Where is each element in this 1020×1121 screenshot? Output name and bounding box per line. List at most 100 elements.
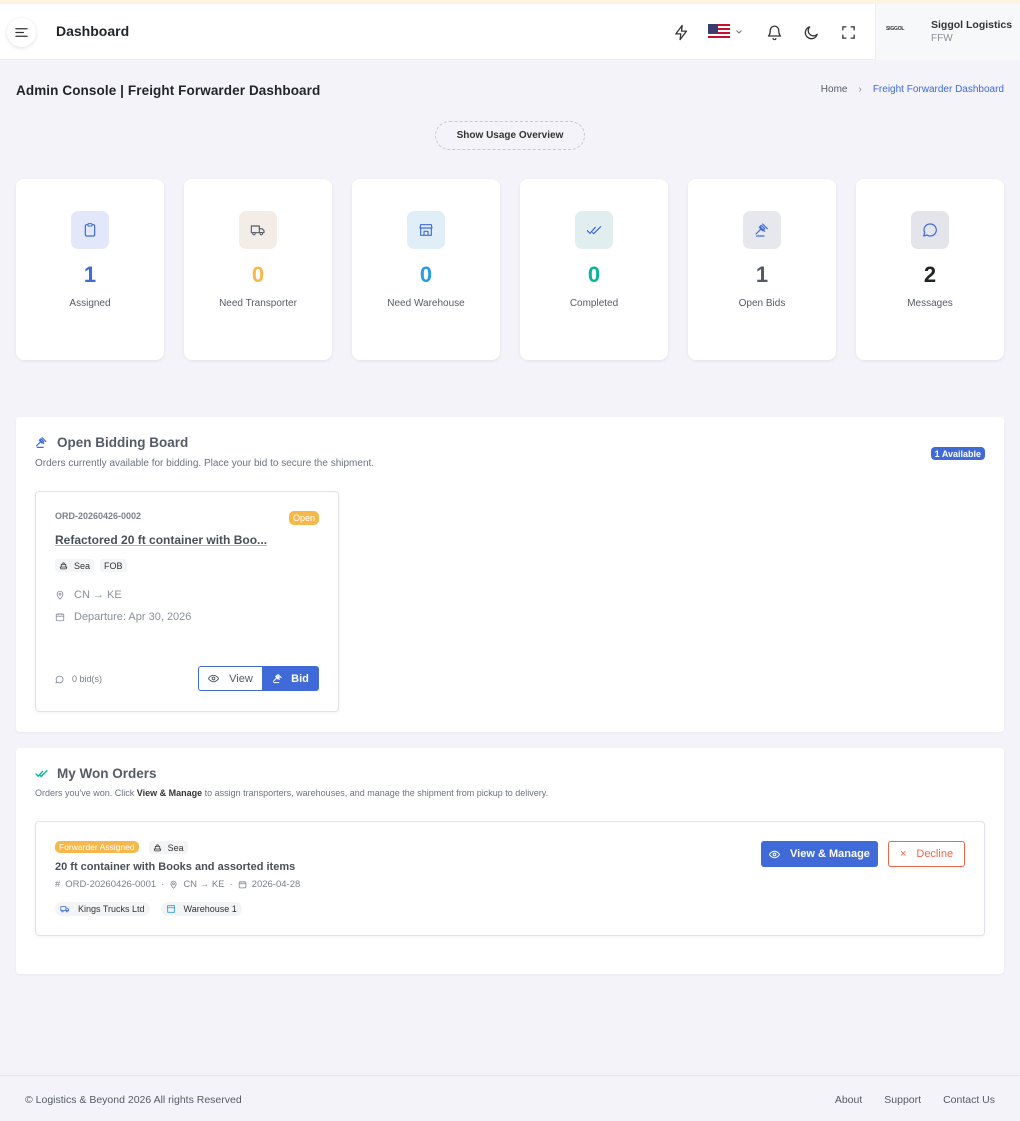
stat-value: 1 [83,262,97,287]
breadcrumb-home[interactable]: Home [821,84,848,95]
breadcrumb-current: Freight Forwarder Dashboard [872,84,1004,95]
route-text: CN → KE [183,879,225,890]
open-bidding-board-panel: Open Bidding Board Orders currently avai… [16,417,1004,732]
close-icon: × [899,848,907,860]
hamburger-icon [15,28,28,37]
order-date: 2026-04-28 [251,879,301,890]
message-icon [923,223,937,237]
order-tags: Sea FOB [55,559,127,572]
warehouse-name: Warehouse 1 [183,904,237,914]
stat-value: 0 [587,262,601,287]
fullscreen-button[interactable] [838,22,858,42]
ship-icon [153,844,161,852]
user-name: Siggol Logistics [931,19,1013,31]
stat-card-need-warehouse[interactable]: 0 Need Warehouse [352,179,500,360]
view-and-manage-button[interactable]: View & Manage [761,841,878,867]
panel-title: Open Bidding Board [35,435,188,450]
stat-card-need-transporter[interactable]: 0 Need Transporter [184,179,332,360]
stat-icon-box [575,211,613,249]
footer-link-contact[interactable]: Contact Us [943,1094,995,1106]
stat-card-open-bids[interactable]: 1 Open Bids [688,179,836,360]
order-actions: View Bid [198,666,319,691]
mode-text: Sea [167,842,184,853]
ship-icon [59,562,68,570]
page-title: Admin Console | Freight Forwarder Dashbo… [16,83,321,98]
departure-row: Departure: Apr 30, 2026 [55,611,191,623]
route-text: CN → KE [74,589,122,601]
panel-title-text: Open Bidding Board [57,435,189,450]
lightning-icon [674,24,687,40]
gavel-icon [36,437,47,448]
assignments: Kings Trucks Ltd Warehouse 1 [55,902,242,916]
order-id: ORD-20260426-0002 [55,511,142,521]
clipboard-icon [84,223,96,237]
status-badge: Open [288,511,319,525]
calendar-icon [55,613,65,622]
stat-card-messages[interactable]: 2 Messages [856,179,1004,360]
incoterm-tag: FOB [100,559,127,572]
stat-value: 0 [419,262,433,287]
view-label: View [229,672,253,685]
order-tags: Forwarder Assigned Sea [55,841,188,854]
comment-icon [55,675,64,683]
order-title-link[interactable]: Refactored 20 ft container with Boo... [55,533,267,547]
transporter-name: Kings Trucks Ltd [78,904,145,914]
stat-icon-box [407,211,445,249]
bid-label: Bid [291,672,309,685]
menu-toggle-button[interactable] [7,18,36,47]
us-flag-icon[interactable] [708,24,730,40]
stat-label: Open Bids [738,298,786,309]
hash-icon: # [55,879,61,890]
user-menu[interactable]: SIGGOL Siggol Logistics FFW [875,4,1020,60]
fullscreen-icon [841,25,855,39]
panel-title: My Won Orders [35,766,157,781]
mode-text: Sea [74,560,91,571]
transporter-chip: Kings Trucks Ltd [55,902,150,916]
double-check-icon [35,770,48,778]
available-count-badge: 1 Available [930,447,985,460]
order-id: ORD-20260426-0001 [65,879,157,890]
page-name: Dashboard [56,23,130,39]
footer-links: About Support Contact Us [835,1094,995,1106]
panel-subtitle: Orders currently available for bidding. … [35,458,375,469]
subtitle-text: to assign transporters, warehouses, and … [202,788,549,798]
stat-label: Need Transporter [219,298,297,309]
show-usage-overview-button[interactable]: Show Usage Overview [435,121,585,150]
double-check-icon [586,226,602,235]
mode-tag: Sea [148,841,188,854]
moon-icon [804,25,818,39]
notifications-button[interactable] [764,22,784,42]
stat-card-assigned[interactable]: 1 Assigned [16,179,164,360]
map-pin-icon [56,590,64,600]
quick-actions-button[interactable] [671,22,691,42]
stat-label: Messages [907,298,953,309]
breadcrumb: Home › Freight Forwarder Dashboard [821,84,1004,95]
stat-label: Completed [569,298,619,309]
truck-icon [60,906,70,913]
calendar-icon [238,881,246,889]
status-badge: Forwarder Assigned [55,841,139,853]
chevron-down-icon[interactable] [735,28,743,36]
copyright: © Logistics & Beyond 2026 All rights Res… [25,1094,242,1106]
footer-link-support[interactable]: Support [884,1094,921,1106]
won-orders-panel: My Won Orders Orders you've won. Click V… [16,748,1004,974]
store-icon [419,224,433,236]
eye-icon [769,850,781,858]
stat-icon-box [911,211,949,249]
bell-icon [767,24,781,40]
bid-order-card[interactable]: ORD-20260426-0002 Open Refactored 20 ft … [35,491,339,712]
panel-title-text: My Won Orders [57,766,157,781]
place-bid-button[interactable]: Bid [262,666,319,691]
user-role: FFW [931,33,953,44]
footer-link-about[interactable]: About [835,1094,862,1106]
decline-button[interactable]: × Decline [888,841,965,867]
dark-mode-toggle[interactable] [801,22,821,42]
bid-count-text: 0 bid(s) [72,674,103,684]
stat-icon-box [239,211,277,249]
won-order-card[interactable]: Forwarder Assigned Sea 20 ft container w… [35,821,985,936]
stat-card-completed[interactable]: 0 Completed [520,179,668,360]
mode-tag: Sea [55,559,95,572]
manage-label: View & Manage [790,848,870,860]
view-order-button[interactable]: View [198,666,262,691]
stat-label: Assigned [69,298,111,309]
